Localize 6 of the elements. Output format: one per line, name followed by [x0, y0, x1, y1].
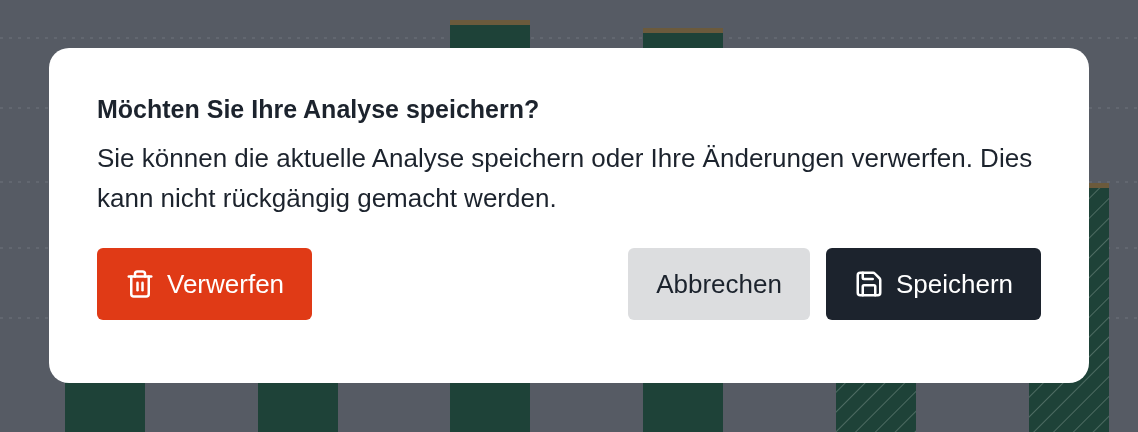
dialog-title: Möchten Sie Ihre Analyse speichern?	[97, 94, 541, 125]
cancel-button[interactable]: Abbrechen	[628, 248, 810, 320]
trash-icon	[125, 269, 155, 299]
dialog-message: Sie können die aktuelle Analyse speichern oder Ihre Änderungen verwerfen. Dies kann nicht rückgängig gemacht werden.	[97, 142, 1034, 215]
discard-button[interactable]: Verwerfen	[97, 248, 313, 320]
save-button[interactable]: Speichern	[825, 248, 1041, 320]
